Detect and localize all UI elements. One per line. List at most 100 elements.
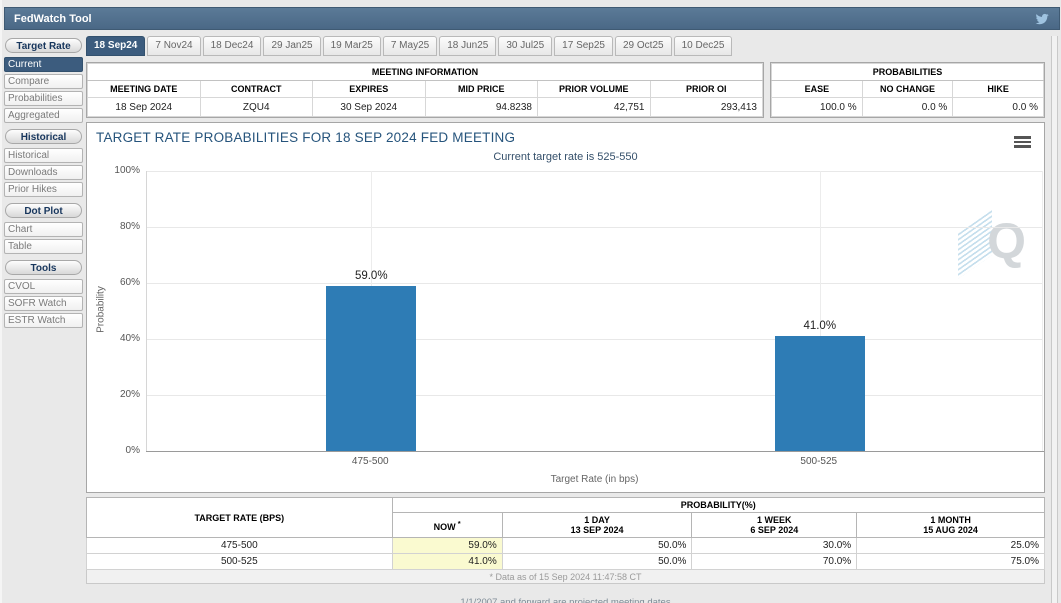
- meeting-info-table: MEETING INFORMATIONMEETING DATECONTRACTE…: [87, 63, 763, 117]
- sidebar-item-prior-hikes[interactable]: Prior Hikes: [4, 182, 83, 197]
- table-footnote: * Data as of 15 Sep 2024 11:47:58 CT: [87, 570, 1045, 584]
- value-expires: 30 Sep 2024: [313, 98, 426, 117]
- subheader-1-month: 1 MONTH15 AUG 2024: [857, 513, 1045, 538]
- tab-30-jul25[interactable]: 30 Jul25: [498, 36, 552, 56]
- sidebar-item-estr-watch[interactable]: ESTR Watch: [4, 313, 83, 328]
- column-header-prior-volume: PRIOR VOLUME: [538, 81, 651, 98]
- page-footnote: 1/1/2007 and forward are projected meeti…: [86, 597, 1045, 603]
- month-probability-cell: 75.0%: [857, 554, 1045, 570]
- y-tick-40: 40%: [87, 333, 140, 344]
- chart-title: TARGET RATE PROBABILITIES FOR 18 SEP 202…: [96, 130, 515, 145]
- chart-subtitle: Current target rate is 525-550: [87, 151, 1044, 163]
- fedwatch-tool-page: FedWatch Tool Target RateCurrentCompareP…: [0, 0, 1061, 603]
- column-header-no-change: NO CHANGE: [862, 81, 953, 98]
- bar-value-label: 41.0%: [765, 320, 875, 332]
- tab-7-may25[interactable]: 7 May25: [383, 36, 437, 56]
- subheader-1-day: 1 DAY13 SEP 2024: [502, 513, 692, 538]
- sidebar-item-downloads[interactable]: Downloads: [4, 165, 83, 180]
- bar-500-525[interactable]: [775, 336, 865, 451]
- sidebar-item-probabilities[interactable]: Probabilities: [4, 91, 83, 106]
- column-header-prior-oi: PRIOR OI: [650, 81, 763, 98]
- title-bar: FedWatch Tool: [4, 7, 1060, 30]
- column-header-hike: HIKE: [953, 81, 1044, 98]
- quikstrike-watermark: Q: [956, 213, 1026, 273]
- subheader-1-week: 1 WEEK6 SEP 2024: [692, 513, 857, 538]
- bar-value-label: 59.0%: [316, 270, 426, 282]
- value-contract: ZQU4: [200, 98, 313, 117]
- sidebar-item-compare[interactable]: Compare: [4, 74, 83, 89]
- x-axis-line: [146, 451, 1044, 452]
- panel-caption: MEETING INFORMATION: [88, 64, 763, 81]
- tab-18-sep24[interactable]: 18 Sep24: [86, 36, 145, 56]
- sidebar-section-historical: Historical: [5, 129, 82, 144]
- gridline-20: [147, 395, 1042, 396]
- rate-cell: 500-525: [87, 554, 393, 570]
- watermark-q-letter: Q: [987, 213, 1026, 269]
- sidebar-nav: Target RateCurrentCompareProbabilitiesAg…: [4, 36, 83, 330]
- week-probability-cell: 30.0%: [692, 538, 857, 554]
- value-hike: 0.0 %: [953, 98, 1044, 117]
- y-tick-100: 100%: [87, 165, 140, 176]
- day-probability-cell: 50.0%: [502, 538, 692, 554]
- gridline-40: [147, 339, 1042, 340]
- tab-29-oct25[interactable]: 29 Oct25: [615, 36, 672, 56]
- probability-group-header: PROBABILITY(%): [392, 498, 1044, 513]
- sidebar-section-dot-plot: Dot Plot: [5, 203, 82, 218]
- value-ease: 100.0 %: [772, 98, 863, 117]
- x-axis-label: Target Rate (in bps): [146, 474, 1043, 485]
- sidebar-item-current[interactable]: Current: [4, 57, 83, 72]
- probability-history-table: TARGET RATE (BPS) PROBABILITY(%) NOW *1 …: [86, 497, 1045, 584]
- date-tabs: 18 Sep247 Nov2418 Dec2429 Jan2519 Mar257…: [86, 36, 732, 56]
- value-prior-oi: 293,413: [650, 98, 763, 117]
- column-header-expires: EXPIRES: [313, 81, 426, 98]
- table-row: 500-52541.0%50.0%70.0%75.0%: [87, 554, 1045, 570]
- sidebar-item-historical[interactable]: Historical: [4, 148, 83, 163]
- y-tick-20: 20%: [87, 389, 140, 400]
- tab-18-dec24[interactable]: 18 Dec24: [203, 36, 262, 56]
- subheader-now: NOW *: [392, 513, 502, 538]
- tab-18-jun25[interactable]: 18 Jun25: [439, 36, 496, 56]
- sidebar-item-cvol[interactable]: CVOL: [4, 279, 83, 294]
- column-header-ease: EASE: [772, 81, 863, 98]
- meeting-info-panel: MEETING INFORMATIONMEETING DATECONTRACTE…: [86, 62, 764, 118]
- probabilities-summary-table: PROBABILITIESEASENO CHANGEHIKE100.0 %0.0…: [771, 63, 1044, 117]
- now-probability-cell: 41.0%: [392, 554, 502, 570]
- value-prior-volume: 42,751: [538, 98, 651, 117]
- app-title: FedWatch Tool: [14, 13, 92, 25]
- table-row: 475-50059.0%50.0%30.0%25.0%: [87, 538, 1045, 554]
- probabilities-summary-panel: PROBABILITIESEASENO CHANGEHIKE100.0 %0.0…: [770, 62, 1045, 118]
- gridline-60: [147, 283, 1042, 284]
- hamburger-menu-icon[interactable]: [1014, 136, 1031, 150]
- category-label-500-525: 500-525: [759, 456, 879, 467]
- tab-7-nov24[interactable]: 7 Nov24: [147, 36, 200, 56]
- now-probability-cell: 59.0%: [392, 538, 502, 554]
- y-tick-0: 0%: [87, 445, 140, 456]
- probability-history-panel: TARGET RATE (BPS) PROBABILITY(%) NOW *1 …: [86, 497, 1045, 584]
- sidebar-section-tools: Tools: [5, 260, 82, 275]
- twitter-icon[interactable]: [1034, 12, 1050, 26]
- panel-caption: PROBABILITIES: [772, 64, 1044, 81]
- y-tick-80: 80%: [87, 221, 140, 232]
- plot-area: Q 59.0% 41.0%: [146, 171, 1043, 451]
- bar-475-500[interactable]: [326, 286, 416, 451]
- tab-17-sep25[interactable]: 17 Sep25: [554, 36, 613, 56]
- sidebar-item-chart[interactable]: Chart: [4, 222, 83, 237]
- day-probability-cell: 50.0%: [502, 554, 692, 570]
- tab-19-mar25[interactable]: 19 Mar25: [323, 36, 381, 56]
- category-label-475-500: 475-500: [310, 456, 430, 467]
- rate-cell: 475-500: [87, 538, 393, 554]
- column-header-mid-price: MID PRICE: [425, 81, 538, 98]
- value-no-change: 0.0 %: [862, 98, 953, 117]
- week-probability-cell: 70.0%: [692, 554, 857, 570]
- chart-panel: TARGET RATE PROBABILITIES FOR 18 SEP 202…: [86, 122, 1045, 493]
- scrollbar-track[interactable]: [1051, 36, 1058, 603]
- value-mid-price: 94.8238: [425, 98, 538, 117]
- value-meeting-date: 18 Sep 2024: [88, 98, 201, 117]
- tab-10-dec25[interactable]: 10 Dec25: [674, 36, 733, 56]
- tab-29-jan25[interactable]: 29 Jan25: [263, 36, 320, 56]
- column-header-contract: CONTRACT: [200, 81, 313, 98]
- sidebar-item-table[interactable]: Table: [4, 239, 83, 254]
- y-tick-60: 60%: [87, 277, 140, 288]
- sidebar-item-aggregated[interactable]: Aggregated: [4, 108, 83, 123]
- sidebar-item-sofr-watch[interactable]: SOFR Watch: [4, 296, 83, 311]
